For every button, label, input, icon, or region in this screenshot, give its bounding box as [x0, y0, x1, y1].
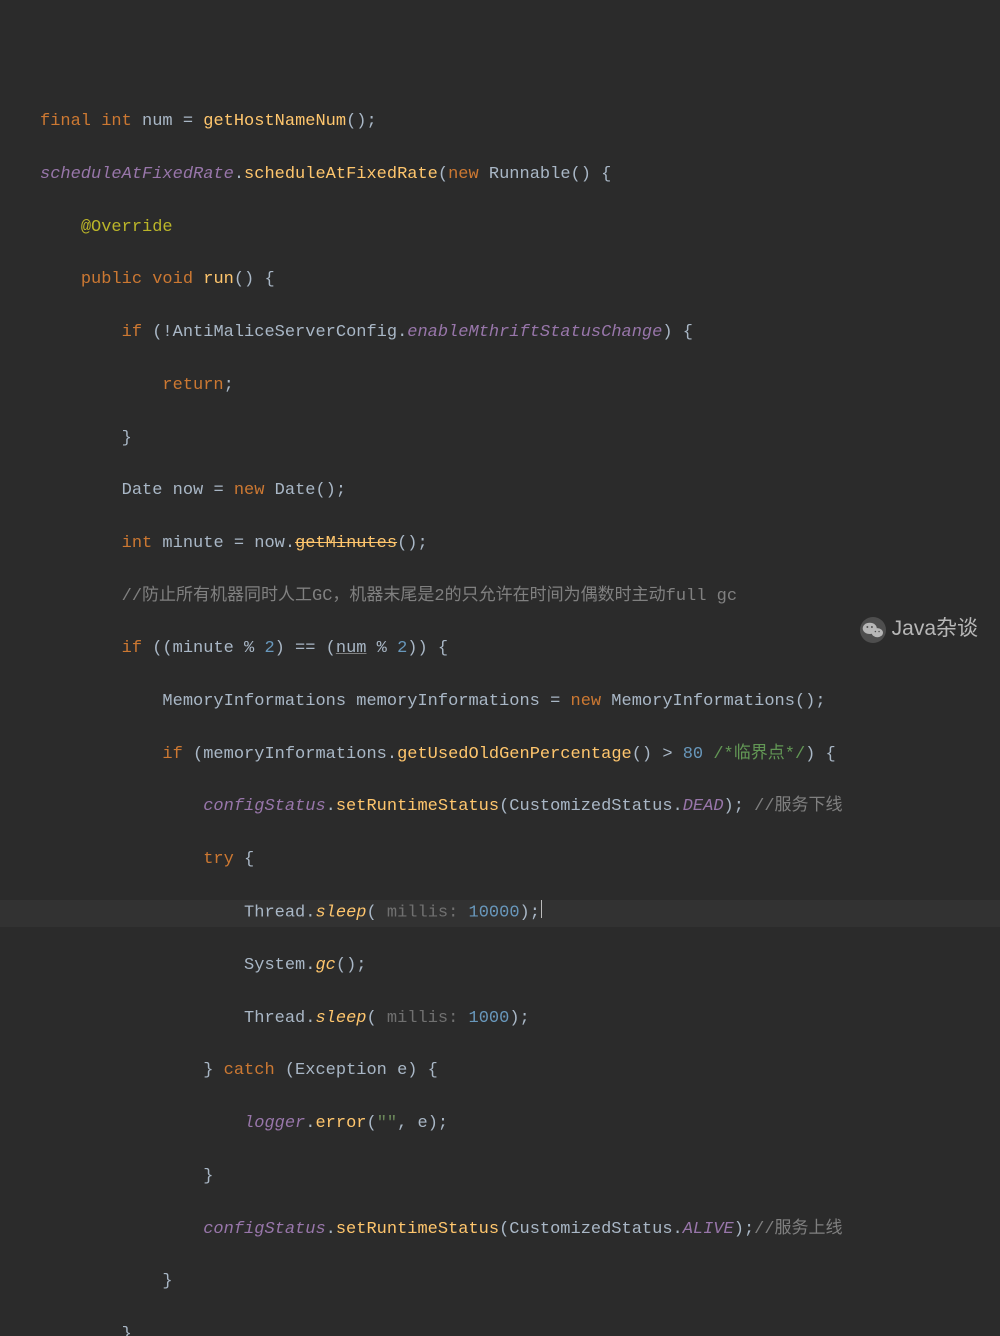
code-line[interactable]: }	[0, 1269, 1000, 1295]
annotation-override: @Override	[81, 218, 173, 237]
line-comment: //服务上线	[754, 1220, 842, 1239]
wechat-icon	[860, 617, 886, 643]
block-comment: /*临界点*/	[713, 745, 805, 764]
static-field: enableMthriftStatusChange	[407, 323, 662, 342]
code-line[interactable]: final int num = getHostNameNum();	[0, 109, 1000, 135]
code-line[interactable]: logger.error("", e);	[0, 1111, 1000, 1137]
string-literal: ""	[377, 1114, 397, 1133]
code-line[interactable]: return;	[0, 373, 1000, 399]
code-line[interactable]: configStatus.setRuntimeStatus(Customized…	[0, 1217, 1000, 1243]
code-line[interactable]: if ((minute % 2) == (num % 2)) {	[0, 636, 1000, 662]
line-comment: //防止所有机器同时人工GC，机器末尾是2的只允许在时间为偶数时主动full g…	[122, 587, 737, 606]
method-call: scheduleAtFixedRate	[244, 165, 438, 184]
deprecated-method: getMinutes	[295, 534, 397, 553]
watermark-text: Java杂谈	[892, 613, 978, 646]
code-line[interactable]: System.gc();	[0, 953, 1000, 979]
code-line[interactable]: @Override	[0, 215, 1000, 241]
method-call: getHostNameNum	[203, 112, 346, 131]
keyword-int: int	[101, 112, 132, 131]
keyword-final: final	[40, 112, 91, 131]
code-line[interactable]: configStatus.setRuntimeStatus(Customized…	[0, 794, 1000, 820]
class-ref: AntiMaliceServerConfig.	[173, 323, 408, 342]
code-line[interactable]: } catch (Exception e) {	[0, 1058, 1000, 1084]
code-line[interactable]: scheduleAtFixedRate.scheduleAtFixedRate(…	[0, 162, 1000, 188]
code-line[interactable]: Thread.sleep( millis: 1000);	[0, 1006, 1000, 1032]
inlay-hint: millis:	[377, 903, 469, 922]
enum-constant: DEAD	[683, 797, 724, 816]
code-line[interactable]: MemoryInformations memoryInformations = …	[0, 689, 1000, 715]
inlay-hint: millis:	[377, 1009, 469, 1028]
qualifier: scheduleAtFixedRate	[40, 165, 234, 184]
code-line[interactable]: if (memoryInformations.getUsedOldGenPerc…	[0, 742, 1000, 768]
line-comment: //服务下线	[754, 797, 842, 816]
enum-constant: ALIVE	[683, 1220, 734, 1239]
code-line[interactable]: public void run() {	[0, 267, 1000, 293]
code-line-current[interactable]: Thread.sleep( millis: 10000);	[0, 900, 1000, 927]
code-line[interactable]: }	[0, 426, 1000, 452]
identifier: num	[142, 112, 173, 131]
code-line[interactable]: }	[0, 1164, 1000, 1190]
caret-icon	[541, 900, 542, 919]
code-line[interactable]: if (!AntiMaliceServerConfig.enableMthrif…	[0, 320, 1000, 346]
method-name: run	[203, 270, 234, 289]
code-line[interactable]: int minute = now.getMinutes();	[0, 531, 1000, 557]
captured-var: num	[336, 639, 367, 658]
code-line[interactable]: //防止所有机器同时人工GC，机器末尾是2的只允许在时间为偶数时主动full g…	[0, 584, 1000, 610]
code-line[interactable]: try {	[0, 847, 1000, 873]
code-line[interactable]: Date now = new Date();	[0, 478, 1000, 504]
code-line[interactable]: }	[0, 1322, 1000, 1336]
watermark: Java杂谈	[860, 613, 978, 646]
